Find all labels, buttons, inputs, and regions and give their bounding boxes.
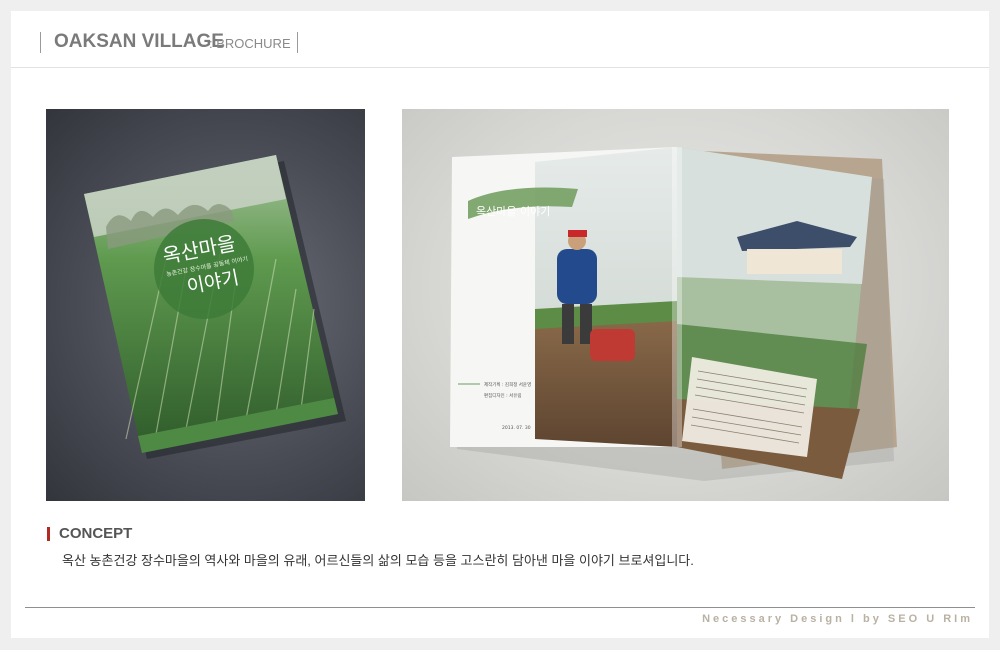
spread-credit-2: 편집디자인 : 서유림 xyxy=(484,392,522,399)
spread-date: 2013. 07. 30 xyxy=(502,425,531,431)
spread-credit-1: 제작기획 : 김희정 서윤영 xyxy=(484,381,531,388)
header-divider-right xyxy=(297,32,298,53)
concept-title: CONCEPT xyxy=(59,525,133,542)
brochure-cover-photo: 옥산마을 이야기 농촌건강 장수마을 공동체 이야기 xyxy=(46,109,365,501)
spread-headline: 옥산마을 이야기 xyxy=(476,205,550,218)
concept-accent-bar xyxy=(47,527,50,541)
page-title: OAKSAN VILLAGE xyxy=(54,31,224,52)
page-header: OAKSAN VILLAGE : BROCHURE xyxy=(11,11,989,68)
page-subtitle: : BROCHURE xyxy=(209,36,291,51)
footer-credit: Necessary Design l by SEO U RIm xyxy=(702,613,973,625)
brochure-spread-photo: 옥산마을 이야기 제작기획 : 김희정 서윤영 편집디자인 : 서유림 2013… xyxy=(402,109,949,501)
portfolio-card: OAKSAN VILLAGE : BROCHURE 옥산마을 이야기 농촌건강 … xyxy=(11,11,989,638)
header-divider-left xyxy=(40,32,41,53)
concept-description: 옥산 농촌건강 장수마을의 역사와 마을의 유래, 어르신들의 삶의 모습 등을… xyxy=(62,553,694,568)
footer-divider xyxy=(25,607,975,608)
